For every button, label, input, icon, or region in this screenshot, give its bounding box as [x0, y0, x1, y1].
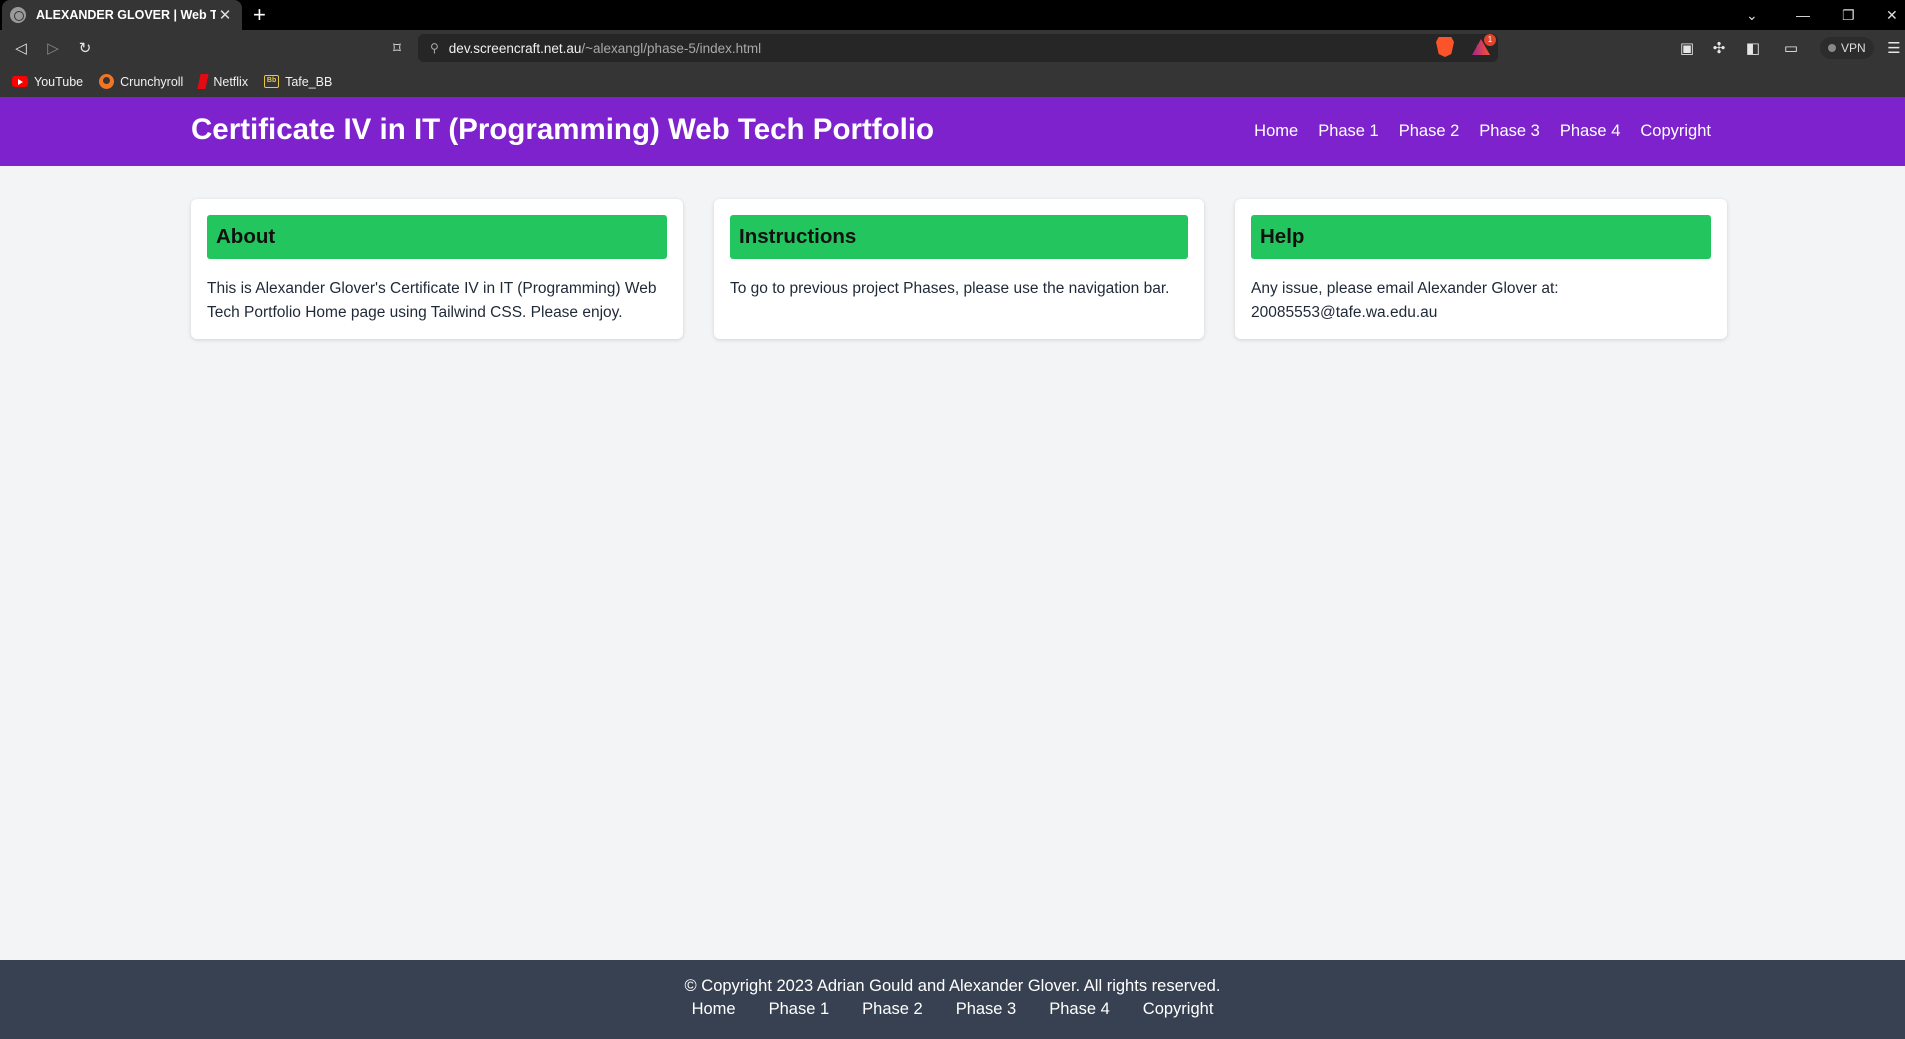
bookmark-icon[interactable]: ⌑ [386, 37, 408, 59]
forward-icon[interactable]: ▷ [42, 37, 64, 59]
crunchyroll-icon [99, 74, 115, 89]
main-nav: Home Phase 1 Phase 2 Phase 3 Phase 4 Cop… [1254, 97, 1711, 166]
card-text: To go to previous project Phases, please… [730, 280, 1170, 297]
footer-nav: Home Phase 1 Phase 2 Phase 3 Phase 4 Cop… [0, 1000, 1905, 1019]
card-heading: Instructions [730, 215, 1188, 259]
bookmark-crunchyroll[interactable]: Crunchyroll [99, 74, 183, 89]
page-title: Certificate IV in IT (Programming) Web T… [191, 113, 935, 146]
card-grid: About This is Alexander Glover's Certifi… [191, 199, 1727, 339]
footer-nav-phase-4[interactable]: Phase 4 [1049, 1000, 1110, 1019]
url-host: dev.screencraft.net.au [448, 40, 582, 56]
sidebar-icon[interactable]: ◧ [1742, 37, 1764, 59]
extensions-puzzle-icon[interactable]: ✣ [1708, 37, 1730, 59]
minimize-icon[interactable]: — [1796, 0, 1810, 30]
reload-icon[interactable]: ↻ [74, 37, 96, 59]
rewards-badge: 1 [1484, 34, 1496, 46]
site-header: Certificate IV in IT (Programming) Web T… [0, 97, 1905, 166]
nav-home[interactable]: Home [1254, 122, 1298, 141]
card-text: Any issue, please email Alexander Glover… [1251, 280, 1559, 321]
browser-tab[interactable]: ALEXANDER GLOVER | Web Tech ✕ [2, 0, 242, 30]
blackboard-icon: Bb [264, 75, 280, 88]
nav-phase-4[interactable]: Phase 4 [1560, 122, 1621, 141]
tab-search-icon[interactable]: ⌄ [1746, 0, 1758, 30]
bookmark-label: Crunchyroll [120, 74, 184, 89]
vpn-status-icon [1828, 44, 1836, 52]
tab-title: ALEXANDER GLOVER | Web Tech [36, 8, 216, 22]
footer-nav-phase-1[interactable]: Phase 1 [769, 1000, 830, 1019]
tab-strip: ALEXANDER GLOVER | Web Tech ✕ + ⌄ — ❐ ✕ [0, 0, 1905, 30]
bookmark-label: Tafe_BB [285, 74, 333, 89]
browser-toolbar: ◁ ▷ ↻ ⌑ ⚲ dev.screencraft.net.au/~alexan… [0, 30, 1905, 66]
copyright-text: © Copyright 2023 Adrian Gould and Alexan… [684, 977, 1221, 995]
instructions-card: Instructions To go to previous project P… [714, 199, 1204, 339]
help-card: Help Any issue, please email Alexander G… [1235, 199, 1727, 339]
menu-icon[interactable]: ☰ [1883, 37, 1905, 59]
footer-nav-copyright[interactable]: Copyright [1143, 1000, 1214, 1019]
card-heading: Help [1251, 215, 1711, 259]
new-tab-icon[interactable]: + [253, 2, 266, 28]
extension-icon[interactable]: ▣ [1676, 37, 1698, 59]
bookmark-tafe-bb[interactable]: Bb Tafe_BB [264, 75, 332, 89]
site-info-icon[interactable]: ⚲ [430, 41, 439, 55]
footer-nav-home[interactable]: Home [692, 1000, 736, 1019]
youtube-icon [12, 76, 28, 87]
back-icon[interactable]: ◁ [10, 37, 32, 59]
wallet-icon[interactable]: ▭ [1780, 37, 1802, 59]
bookmark-youtube[interactable]: YouTube [12, 75, 83, 89]
globe-icon [10, 7, 26, 23]
restore-icon[interactable]: ❐ [1842, 0, 1855, 30]
vpn-button[interactable]: VPN [1820, 37, 1874, 59]
footer-nav-phase-3[interactable]: Phase 3 [956, 1000, 1017, 1019]
bookmarks-bar: YouTube Crunchyroll Netflix Bb Tafe_BB [0, 66, 1905, 97]
nav-phase-2[interactable]: Phase 2 [1399, 122, 1460, 141]
bookmark-netflix[interactable]: Netflix [197, 74, 249, 89]
bookmark-label: Netflix [213, 74, 249, 89]
bookmark-label: YouTube [34, 74, 84, 89]
vpn-label: VPN [1841, 41, 1866, 55]
footer-nav-phase-2[interactable]: Phase 2 [862, 1000, 923, 1019]
nav-phase-1[interactable]: Phase 1 [1318, 122, 1379, 141]
address-bar[interactable]: ⚲ dev.screencraft.net.au/~alexangl/phase… [418, 34, 1498, 62]
close-tab-icon[interactable]: ✕ [216, 6, 234, 24]
about-card: About This is Alexander Glover's Certifi… [191, 199, 683, 339]
nav-copyright[interactable]: Copyright [1640, 122, 1711, 141]
site-footer: © Copyright 2023 Adrian Gould and Alexan… [0, 960, 1905, 1039]
url-path: /~alexangl/phase-5/index.html [581, 40, 762, 56]
netflix-icon [197, 74, 209, 89]
nav-phase-3[interactable]: Phase 3 [1479, 122, 1540, 141]
card-heading: About [207, 215, 667, 259]
card-text: This is Alexander Glover's Certificate I… [207, 280, 657, 321]
window-close-icon[interactable]: ✕ [1886, 0, 1898, 30]
